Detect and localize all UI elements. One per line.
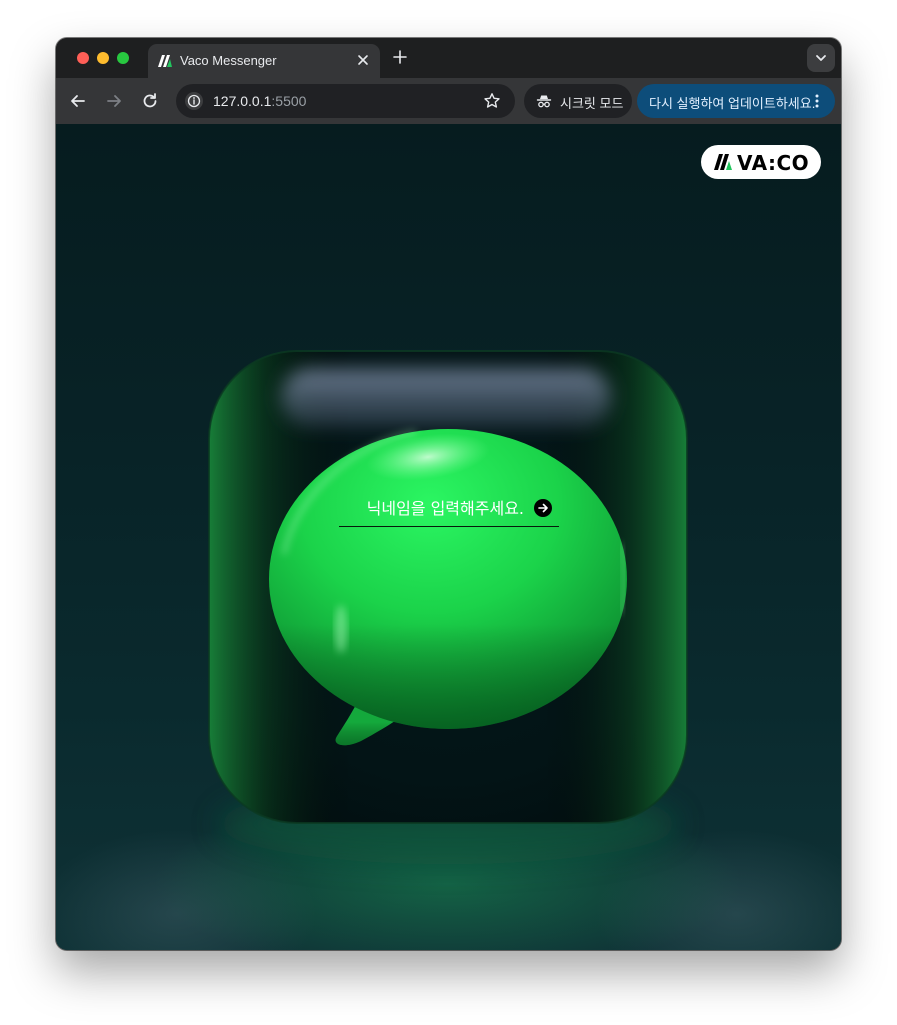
plus-icon[interactable] xyxy=(392,49,408,65)
vaco-favicon-icon xyxy=(158,55,172,67)
vaco-logo: VA:CO xyxy=(701,145,821,179)
kebab-menu-icon[interactable] xyxy=(809,93,825,109)
window-close-button[interactable] xyxy=(77,52,89,64)
chevron-down-icon xyxy=(816,55,826,61)
vaco-logo-mark-icon xyxy=(714,154,732,170)
tab-title: Vaco Messenger xyxy=(180,53,277,68)
nickname-input[interactable] xyxy=(339,490,524,526)
incognito-label: 시크릿 모드 xyxy=(560,96,624,111)
arrow-right-icon[interactable] xyxy=(104,91,124,111)
address-bar[interactable]: 127.0.0.1:5500 xyxy=(176,84,515,118)
reload-icon[interactable] xyxy=(140,91,160,111)
nickname-form xyxy=(339,490,559,527)
url-text: 127.0.0.1:5500 xyxy=(213,93,306,109)
url-port: :5500 xyxy=(271,93,307,109)
close-icon[interactable] xyxy=(356,53,370,67)
tab-search-button[interactable] xyxy=(807,44,835,72)
tab-vaco-messenger[interactable]: Vaco Messenger xyxy=(148,44,380,78)
incognito-indicator[interactable]: 시크릿 모드 xyxy=(524,84,632,118)
update-button[interactable]: 다시 실행하여 업데이트하세요. xyxy=(637,84,835,118)
nickname-submit-button[interactable] xyxy=(534,499,552,517)
browser-toolbar: 127.0.0.1:5500 시크릿 모드 다시 실행하여 업데이트하세요. xyxy=(56,78,841,124)
url-host: 127.0.0.1 xyxy=(213,93,272,109)
arrow-right-icon xyxy=(538,503,548,513)
page-viewport: VA:CO xyxy=(56,124,841,950)
message-app-illustration xyxy=(208,350,688,864)
star-icon[interactable] xyxy=(483,92,501,110)
window-maximize-button[interactable] xyxy=(117,52,129,64)
info-icon xyxy=(187,94,201,108)
window-minimize-button[interactable] xyxy=(97,52,109,64)
site-info-button[interactable] xyxy=(185,92,203,110)
update-label: 다시 실행하여 업데이트하세요. xyxy=(649,96,816,111)
arrow-left-icon[interactable] xyxy=(68,91,88,111)
tab-strip: Vaco Messenger xyxy=(56,38,841,78)
logo-text: VA:CO xyxy=(737,151,810,175)
browser-window: Vaco Messenger 127.0.0.1:5500 시크릿 모드 다시 … xyxy=(56,38,841,950)
incognito-icon xyxy=(536,95,552,108)
